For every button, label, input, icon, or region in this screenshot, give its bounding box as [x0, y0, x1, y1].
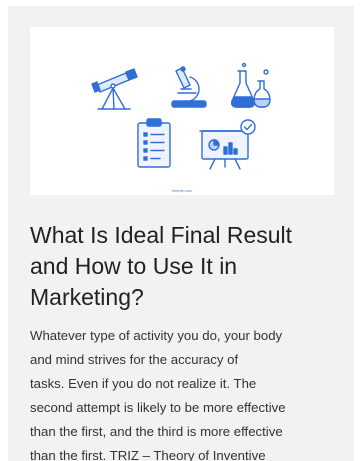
telescope-icon	[91, 68, 138, 110]
presentation-board-icon	[199, 119, 256, 170]
illustration	[91, 62, 271, 170]
article-image[interactable]: freepik.com	[30, 27, 334, 195]
article-title[interactable]: What Is Ideal Final Result and How to Us…	[30, 220, 340, 313]
flasks-icon	[231, 62, 271, 108]
microscope-icon	[171, 66, 207, 108]
image-credit: freepik.com	[171, 188, 193, 193]
article-excerpt: Whatever type of activity you do, your b…	[30, 328, 286, 461]
article-card[interactable]: freepik.com What Is Ideal Final Result a…	[8, 6, 354, 461]
clipboard-icon	[137, 118, 171, 168]
